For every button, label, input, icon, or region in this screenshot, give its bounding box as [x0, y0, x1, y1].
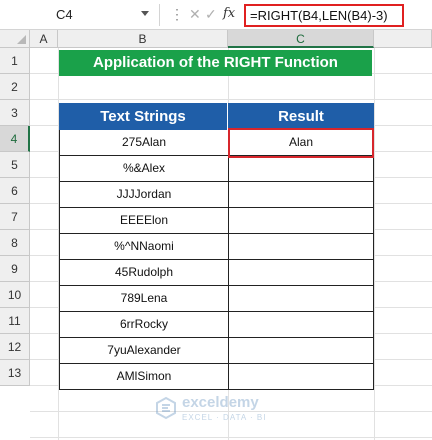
column-header-b[interactable]: B	[58, 30, 228, 48]
formula-input[interactable]: =RIGHT(B4,LEN(B4)-3)	[244, 4, 404, 27]
cell-text-string[interactable]: 7yuAlexander	[59, 338, 228, 364]
exceldemy-logo-icon	[156, 396, 176, 420]
cell-result[interactable]	[228, 312, 374, 338]
cell-text-string[interactable]: 789Lena	[59, 286, 228, 312]
row-header-1[interactable]: 1	[0, 48, 30, 74]
cell-result[interactable]	[228, 338, 374, 364]
row-header-12[interactable]: 12	[0, 334, 30, 360]
column-header-c[interactable]: C	[228, 30, 374, 48]
cell-text-string[interactable]: 45Rudolph	[59, 260, 228, 286]
cell-result[interactable]	[228, 208, 374, 234]
row-header-3[interactable]: 3	[0, 100, 30, 126]
select-all-icon	[17, 35, 26, 44]
formula-bar-area: C4 ⋮ ✕ ✓ fx =RIGHT(B4,LEN(B4)-3)	[0, 0, 432, 30]
sheet-title[interactable]: Application of the RIGHT Function	[59, 50, 372, 76]
row-header-6[interactable]: 6	[0, 178, 30, 204]
select-all-button[interactable]	[0, 30, 30, 48]
cell-result[interactable]	[228, 182, 374, 208]
insert-function-icon[interactable]: fx	[223, 6, 235, 21]
watermark-tagline: EXCEL · DATA · BI	[182, 413, 267, 422]
cell-result[interactable]	[228, 234, 374, 260]
header-result[interactable]: Result	[228, 103, 374, 130]
cell-result[interactable]	[228, 286, 374, 312]
enter-icon[interactable]: ✓	[205, 6, 217, 23]
chevron-down-icon[interactable]	[141, 11, 149, 16]
row-header-13[interactable]: 13	[0, 360, 30, 386]
cell-text-string[interactable]: AMlSimon	[59, 364, 228, 390]
column-header-a[interactable]: A	[30, 30, 58, 48]
row-header-10[interactable]: 10	[0, 282, 30, 308]
cell-text-string[interactable]: EEEElon	[59, 208, 228, 234]
column-header-d[interactable]	[374, 30, 432, 48]
cell-text-string[interactable]: JJJJordan	[59, 182, 228, 208]
cell-result[interactable]: Alan	[228, 130, 374, 156]
cell-text-string[interactable]: %&Alex	[59, 156, 228, 182]
exceldemy-watermark: exceldemy EXCEL · DATA · BI	[150, 392, 300, 428]
header-text-strings[interactable]: Text Strings	[59, 103, 228, 130]
cell-text-string[interactable]: 6rrRocky	[59, 312, 228, 338]
row-header-8[interactable]: 8	[0, 230, 30, 256]
cell-result[interactable]	[228, 156, 374, 182]
row-header-5[interactable]: 5	[0, 152, 30, 178]
row-header-11[interactable]: 11	[0, 308, 30, 334]
row-header-9[interactable]: 9	[0, 256, 30, 282]
name-box[interactable]: C4	[0, 4, 160, 26]
cell-result[interactable]	[228, 260, 374, 286]
cancel-icon[interactable]: ✕	[189, 6, 201, 23]
row-header-7[interactable]: 7	[0, 204, 30, 230]
more-options-icon[interactable]: ⋮	[170, 6, 185, 23]
cell-result[interactable]	[228, 364, 374, 390]
row-header-4[interactable]: 4	[0, 126, 30, 152]
watermark-name: exceldemy	[182, 394, 259, 411]
cell-text-string[interactable]: %^NNaomi	[59, 234, 228, 260]
cell-text-string[interactable]: 275Alan	[59, 130, 228, 156]
name-box-value: C4	[56, 7, 73, 22]
row-header-2[interactable]: 2	[0, 74, 30, 100]
